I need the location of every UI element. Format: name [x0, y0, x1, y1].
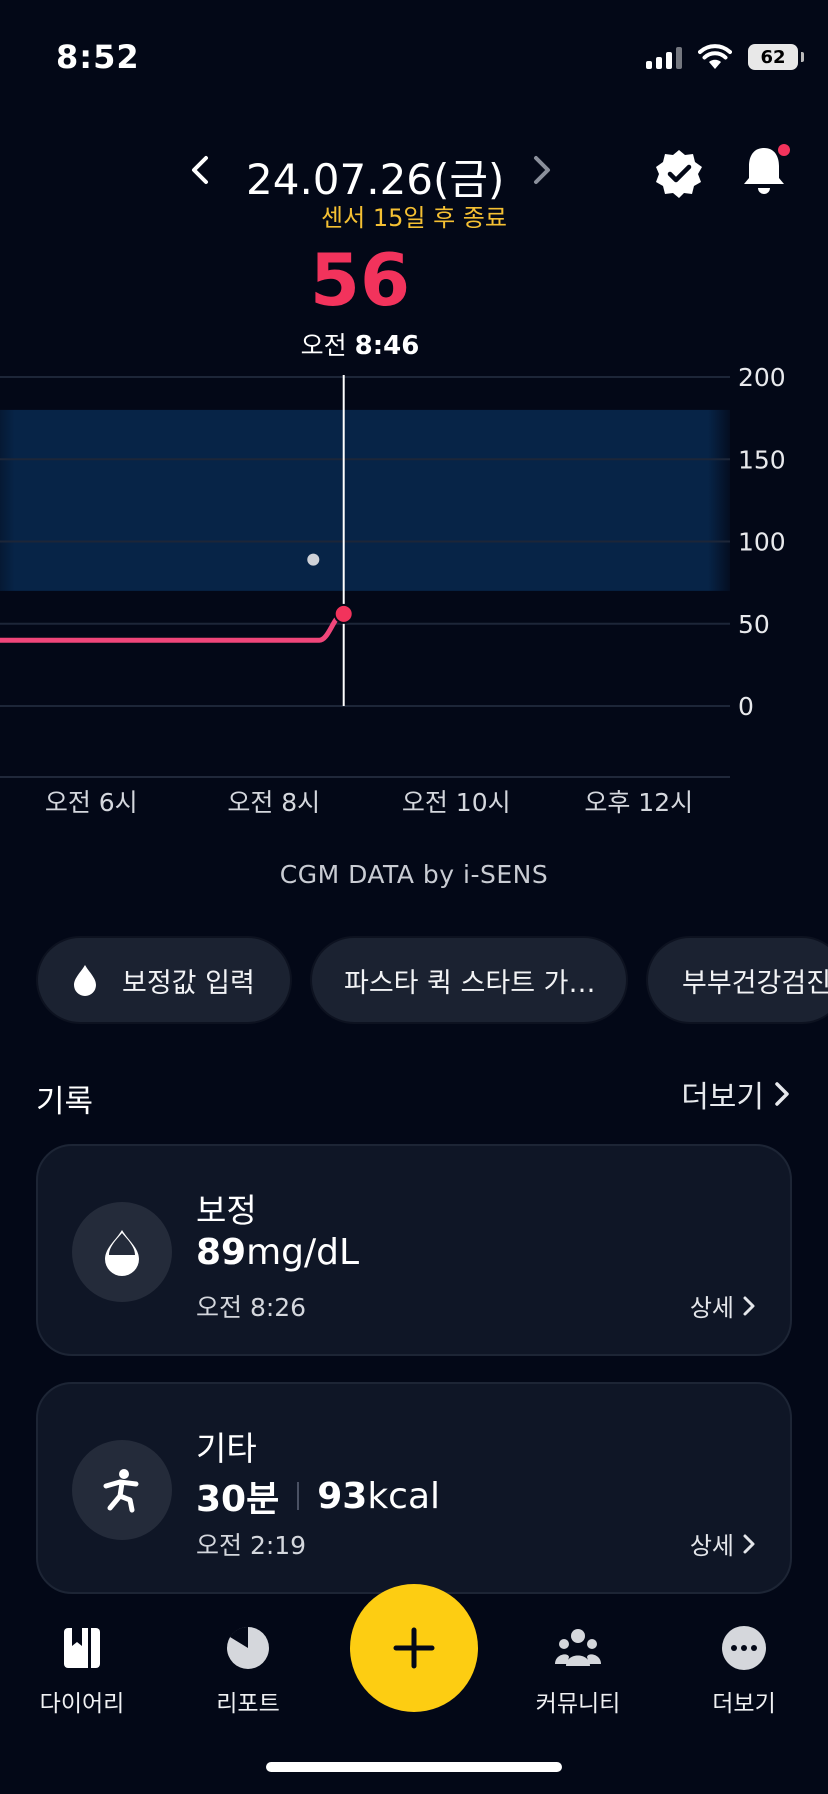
record-card-calibration[interactable]: 보정 89 mg/dL 오전 8:26 상세: [36, 1144, 792, 1356]
exercise-icon: [103, 1469, 139, 1513]
record-calories-number: 93: [317, 1475, 368, 1517]
more-dots-icon: [722, 1626, 766, 1670]
calibration-point: [307, 553, 320, 566]
current-glucose-value: 56: [309, 238, 411, 322]
record-card-other[interactable]: 기타 30분 93 kcal 오전 2:19 상세: [36, 1382, 792, 1594]
current-reading-point: [333, 603, 354, 624]
record-time: 오전 2:19: [196, 1531, 307, 1560]
nav-community[interactable]: 커뮤니티: [508, 1624, 648, 1718]
nav-more[interactable]: 더보기: [674, 1624, 814, 1718]
record-icon-wrap: [72, 1202, 172, 1302]
y-tick-label: 100: [738, 528, 786, 557]
x-tick-label: 오전 6시: [45, 788, 138, 817]
chip-label: 보정값 입력: [122, 967, 255, 999]
x-tick-label: 오후 12시: [584, 788, 693, 817]
record-value-number: 89: [196, 1232, 247, 1273]
status-time: 8:52: [56, 38, 140, 76]
home-indicator: [266, 1762, 562, 1772]
detail-label: 상세: [689, 1294, 734, 1322]
record-value: 30분 93 kcal: [196, 1470, 440, 1522]
nav-diary[interactable]: 다이어리: [12, 1624, 152, 1718]
nav-label: 더보기: [712, 1691, 776, 1717]
chip-label: 부부건강검진: [682, 967, 828, 999]
y-tick-label: 0: [738, 692, 754, 721]
record-title: 보정: [196, 1191, 257, 1230]
prev-date-button[interactable]: [186, 150, 216, 190]
diary-icon: [64, 1628, 100, 1668]
nav-label: 다이어리: [39, 1691, 125, 1717]
current-time-value: 8:46: [354, 331, 420, 361]
battery-icon: 62: [748, 44, 804, 70]
chevron-right-icon: [743, 1296, 755, 1315]
records-section-title: 기록: [36, 1084, 94, 1120]
next-date-button[interactable]: [526, 150, 556, 190]
status-icons: 62: [646, 44, 804, 70]
record-detail-link[interactable]: 상세: [690, 1526, 756, 1561]
y-tick-label: 200: [738, 363, 786, 392]
current-time-prefix: 오전: [300, 331, 347, 360]
wifi-icon: [698, 44, 732, 69]
chip-couple-checkup[interactable]: 부부건강검진: [646, 936, 828, 1024]
verified-badge-icon[interactable]: [654, 148, 704, 198]
sensor-expiry-note: 센서 15일 후 종료: [321, 204, 507, 232]
record-detail-link[interactable]: 상세: [690, 1288, 756, 1323]
chevron-right-icon: [743, 1534, 755, 1553]
x-tick-label: 오전 10시: [402, 788, 511, 817]
more-link-label: 더보기: [681, 1080, 764, 1115]
drop-icon: [74, 965, 96, 996]
plus-icon: [393, 1627, 435, 1669]
current-reading-time: 오전 8:46: [0, 326, 720, 362]
target-range-band: [0, 409, 730, 591]
record-icon-wrap: [72, 1440, 172, 1540]
chip-label: 파스타 퀵 스타트 가…: [344, 967, 596, 999]
nav-label: 커뮤니티: [535, 1691, 621, 1717]
record-time: 오전 8:26: [196, 1293, 307, 1322]
record-calories-unit: kcal: [367, 1475, 441, 1517]
records-more-link[interactable]: 더보기: [681, 1072, 790, 1116]
glucose-chart[interactable]: 200 150 100 50 0 오전 6시 오전 8시 오전 10시 오후 12시: [0, 360, 828, 830]
community-icon: [555, 1629, 601, 1666]
y-tick-label: 150: [738, 445, 786, 474]
record-value: 89 mg/dL: [196, 1232, 359, 1273]
chevron-right-icon: [775, 1082, 789, 1106]
report-pie-icon: [227, 1626, 269, 1669]
detail-label: 상세: [689, 1532, 734, 1560]
nav-report[interactable]: 리포트: [178, 1624, 318, 1718]
record-duration: 30분: [196, 1479, 280, 1520]
record-title: 기타: [196, 1429, 257, 1468]
chip-calibration-input[interactable]: 보정값 입력: [36, 936, 292, 1024]
nav-label: 리포트: [216, 1691, 280, 1717]
value-separator: [297, 1482, 300, 1510]
chip-pasta-quick-start[interactable]: 파스타 퀵 스타트 가…: [310, 936, 628, 1024]
drop-icon: [105, 1230, 139, 1276]
y-tick-label: 50: [738, 610, 770, 639]
record-value-unit: mg/dL: [246, 1232, 360, 1273]
notification-bell-icon[interactable]: [740, 142, 792, 198]
cgm-data-credit: CGM DATA by i-SENS: [279, 860, 549, 889]
add-record-button[interactable]: [350, 1584, 478, 1712]
glucose-series-line: [0, 611, 347, 643]
x-tick-label: 오전 8시: [227, 788, 320, 817]
signal-icon: [646, 45, 682, 69]
